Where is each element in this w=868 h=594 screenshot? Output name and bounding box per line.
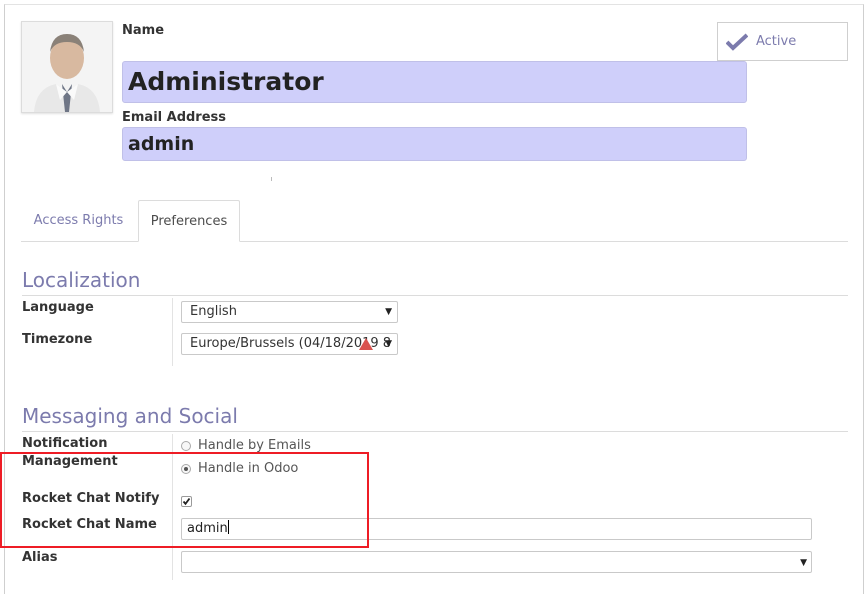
divider-tick xyxy=(271,177,272,181)
messaging-title: Messaging and Social xyxy=(22,404,238,428)
radio-button[interactable] xyxy=(181,440,191,451)
avatar-photo-icon xyxy=(22,22,112,112)
tab-preferences[interactable]: Preferences xyxy=(138,200,240,242)
timezone-select[interactable]: Europe/Brussels (04/18/2019 8 ▼ xyxy=(181,333,398,355)
radio-handle-by-emails[interactable]: Handle by Emails xyxy=(181,438,311,453)
notification-label: Notification xyxy=(22,436,108,451)
active-label: Active xyxy=(756,34,797,49)
name-label: Name xyxy=(122,23,165,38)
alias-select[interactable]: ▼ xyxy=(181,551,812,573)
tab-access-rights[interactable]: Access Rights xyxy=(21,200,136,241)
localization-title: Localization xyxy=(22,268,141,292)
chevron-down-icon: ▼ xyxy=(385,339,392,349)
language-label: Language xyxy=(22,300,94,315)
email-field[interactable]: admin xyxy=(122,127,747,161)
chevron-down-icon: ▼ xyxy=(385,307,392,317)
chevron-down-icon: ▼ xyxy=(800,558,807,568)
alias-label: Alias xyxy=(22,550,58,565)
section-divider xyxy=(22,295,848,296)
name-field[interactable]: Administrator xyxy=(122,61,747,103)
column-separator xyxy=(172,298,173,366)
warning-icon[interactable] xyxy=(359,338,373,350)
section-divider xyxy=(22,431,848,432)
radio-label: Handle by Emails xyxy=(198,438,311,453)
language-value: English xyxy=(190,304,237,319)
timezone-label: Timezone xyxy=(22,332,93,347)
language-select[interactable]: English ▼ xyxy=(181,301,398,323)
active-toggle-button[interactable]: Active xyxy=(717,22,848,61)
checkmark-icon xyxy=(726,33,748,51)
highlight-annotation-box xyxy=(0,452,369,548)
user-avatar[interactable] xyxy=(21,21,113,113)
notebook-tabs: Access Rights Preferences xyxy=(21,200,848,242)
email-label: Email Address xyxy=(122,110,227,125)
